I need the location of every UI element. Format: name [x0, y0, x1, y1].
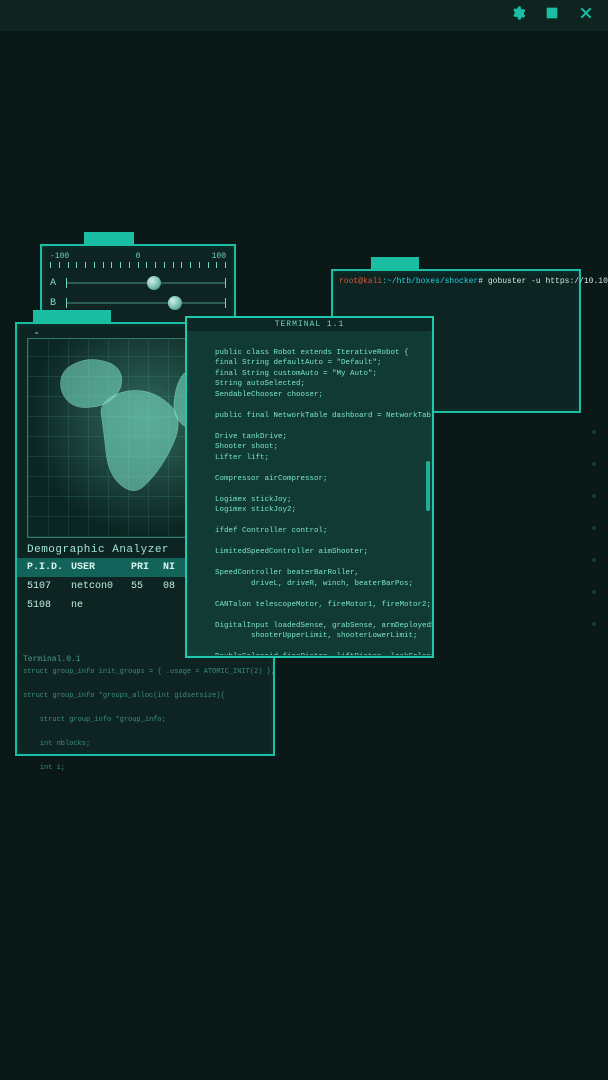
command-text: gobuster -u https://10.10.57 -w / [483, 277, 608, 286]
slider-knob[interactable] [147, 276, 161, 290]
terminal-title: TERMINAL 1.1 [187, 318, 432, 331]
window-tab[interactable] [33, 310, 111, 324]
cell-pri: 55 [131, 581, 159, 592]
slider-knob[interactable] [168, 296, 182, 310]
edge-indicator-dots [592, 430, 596, 626]
window-tab[interactable] [371, 257, 419, 271]
col-user: USER [71, 562, 127, 573]
command-line[interactable]: root@kali:~/htb/boxes/shocker# gobuster … [333, 271, 579, 292]
settings-icon[interactable] [510, 5, 526, 26]
col-pri: PRI [131, 562, 159, 573]
top-bar [0, 0, 608, 32]
prompt-user: root@kali [339, 277, 382, 286]
scale-min-label: -100 [50, 252, 69, 261]
slider-track[interactable] [66, 302, 226, 304]
terminal-code: public class Robot extends IterativeRobo… [197, 349, 432, 656]
slider-label: B [50, 298, 60, 309]
slider-row-a[interactable]: A [50, 274, 226, 292]
dial-scale: -100 0 100 [50, 252, 226, 272]
slider-track[interactable] [66, 282, 226, 284]
slider-label: A [50, 278, 60, 289]
terminal-body[interactable]: public class Robot extends IterativeRobo… [187, 331, 432, 655]
col-pid: P.I.D. [27, 562, 67, 573]
cell-pid: 5108 [27, 600, 67, 611]
window-tab[interactable] [84, 232, 134, 246]
code-terminal[interactable]: TERMINAL 1.1 public class Robot extends … [185, 316, 434, 658]
window-icon[interactable] [544, 5, 560, 26]
close-icon[interactable] [578, 5, 594, 26]
cell-pri [131, 600, 159, 611]
cell-user: ne [71, 600, 127, 611]
cell-user: netcon0 [71, 581, 127, 592]
cell-pid: 5107 [27, 581, 67, 592]
scale-max-label: 100 [212, 252, 226, 261]
scrollbar-thumb[interactable] [426, 461, 430, 511]
analyzer-title: Demographic Analyzer [27, 544, 169, 556]
mini-terminal-code: struct group_info init_groups = { .usage… [23, 666, 267, 774]
prompt-path: :~/htb/boxes/shocker [382, 277, 478, 286]
scale-mid-label: 0 [136, 252, 141, 261]
